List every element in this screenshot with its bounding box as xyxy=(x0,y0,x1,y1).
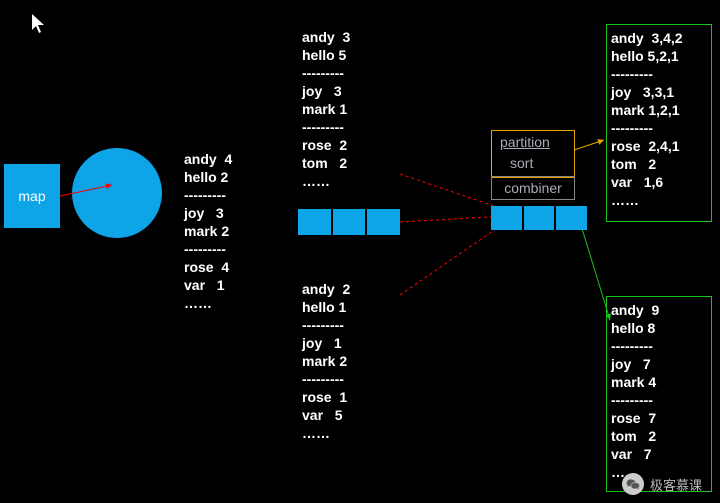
sorted-grouped-text: andy 3,4,2 hello 5,2,1 --------- joy 3,3… xyxy=(611,29,683,209)
watermark-text: 极客慕课 xyxy=(650,475,702,494)
cursor-icon xyxy=(32,14,46,37)
sort-label: sort xyxy=(510,155,533,171)
mid-strip xyxy=(298,209,400,235)
reduced-list: andy 9 hello 8 --------- joy 7 mark 4 --… xyxy=(606,296,712,492)
phase-combiner: combiner xyxy=(491,176,575,200)
input-list: andy 4 hello 2 --------- joy 3 mark 2 --… xyxy=(184,150,232,312)
watermark: 极客慕课 xyxy=(622,473,702,495)
wechat-icon xyxy=(622,473,644,495)
merge-strip xyxy=(491,206,587,230)
phase-partition-sort: partition sort xyxy=(491,130,575,178)
map-box: map xyxy=(4,164,60,228)
circle-shape xyxy=(72,148,162,238)
combiner-label: combiner xyxy=(504,180,562,196)
partition-label: partition xyxy=(500,134,550,150)
partition-block-1: andy 3 hello 5 --------- joy 3 mark 1 --… xyxy=(302,28,350,190)
partition-block-3: andy 2 hello 1 --------- joy 1 mark 2 --… xyxy=(302,280,350,442)
sorted-grouped-list: andy 3,4,2 hello 5,2,1 --------- joy 3,3… xyxy=(606,24,712,222)
map-label: map xyxy=(18,188,45,204)
reduced-text: andy 9 hello 8 --------- joy 7 mark 4 --… xyxy=(611,301,659,481)
